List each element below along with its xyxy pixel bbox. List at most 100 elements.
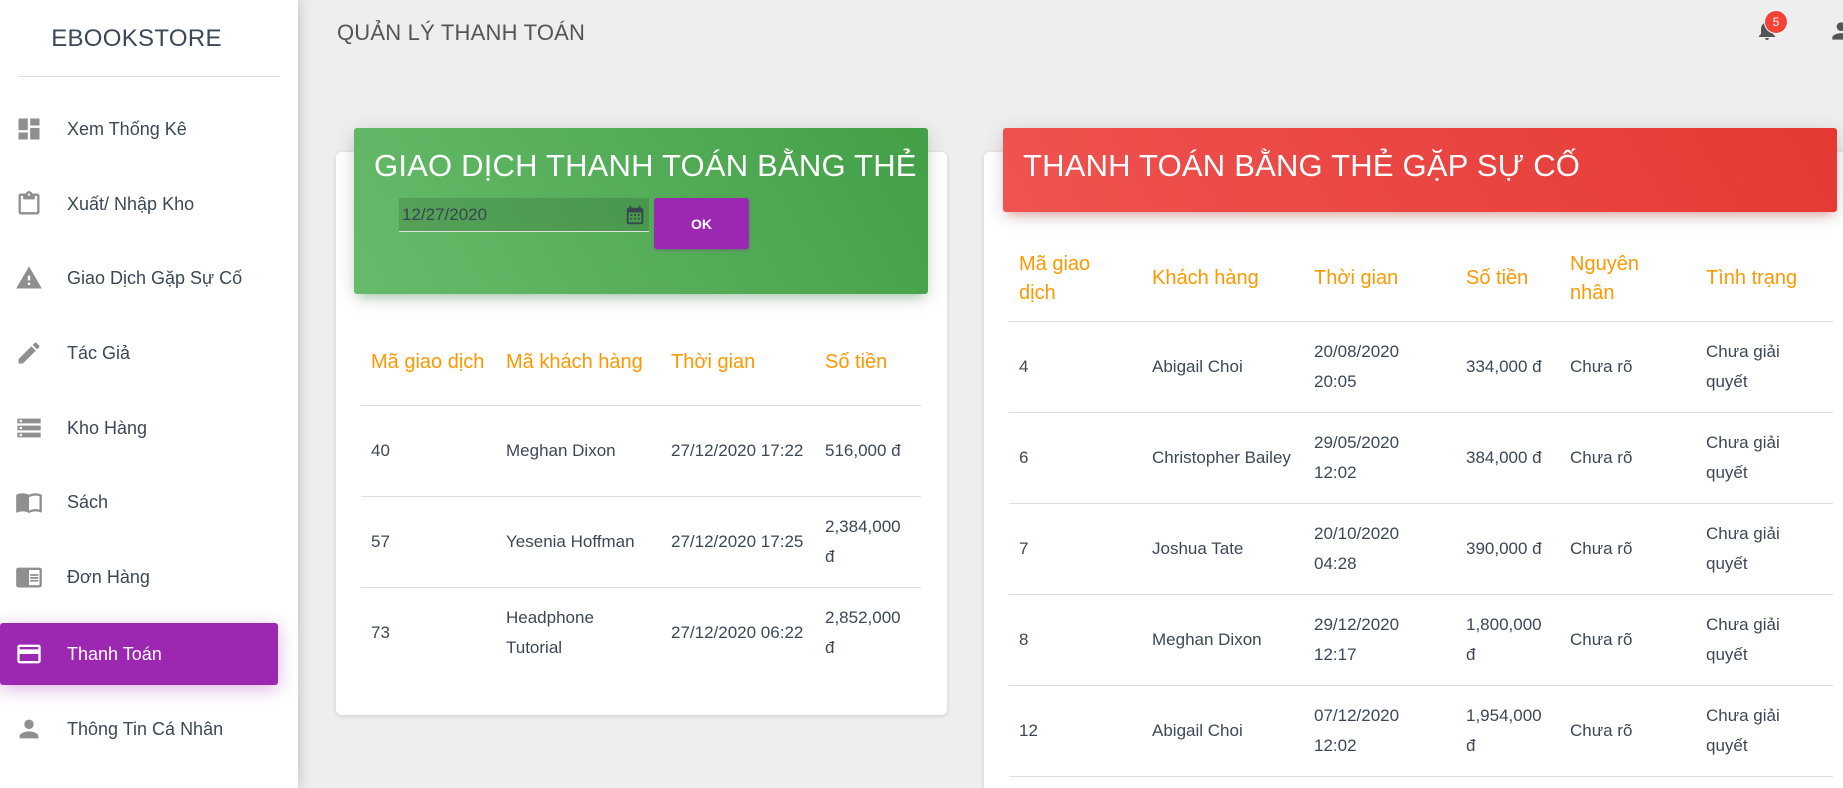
sidebar-item-label: Giao Dịch Gặp Sự Cố xyxy=(67,267,243,288)
cell-reason: Chưa rõ xyxy=(1560,411,1696,503)
person-icon xyxy=(15,715,43,743)
cell-transaction-id: 8 xyxy=(1009,593,1142,685)
storage-icon xyxy=(15,414,43,442)
warning-icon xyxy=(15,264,43,292)
cell-customer: Meghan Dixon xyxy=(496,404,661,496)
cell-amount: 2,384,000 đ xyxy=(815,495,921,587)
table-row[interactable]: 8 Meghan Dixon 29/12/2020 12:17 1,800,00… xyxy=(1009,593,1833,685)
sidebar: EBOOKSTORE Xem Thống Kê Xuất/ Nhập Kho G… xyxy=(0,0,298,788)
table-row[interactable]: 40 Meghan Dixon 27/12/2020 17:22 516,000… xyxy=(361,404,921,496)
cell-status: Chưa giải quyết xyxy=(1696,684,1833,777)
cell-transaction-id: 73 xyxy=(361,586,496,678)
user-account-icon[interactable] xyxy=(1828,18,1843,46)
date-picker-field[interactable] xyxy=(399,198,649,232)
cell-status: Chưa giải quyết xyxy=(1696,320,1833,412)
cell-transaction-id: 4 xyxy=(1009,320,1142,412)
cell-amount: 2,852,000 đ xyxy=(815,586,921,678)
sidebar-item-profile[interactable]: Thông Tin Cá Nhân xyxy=(0,698,278,760)
sidebar-item-label: Kho Hàng xyxy=(67,417,148,438)
clipboard-icon xyxy=(15,190,43,218)
cell-customer: Headphone Tutorial xyxy=(496,586,661,678)
card-payments-table: Mã giao dịch Mã khách hàng Thời gian Số … xyxy=(361,321,921,678)
sidebar-item-failed-transactions[interactable]: Giao Dịch Gặp Sự Cố xyxy=(0,247,278,309)
table-row[interactable]: 12 Abigail Choi 07/12/2020 12:02 1,954,0… xyxy=(1009,684,1833,777)
cell-time: 20/10/2020 04:28 xyxy=(1304,502,1456,594)
column-header: Thời gian xyxy=(1314,267,1399,290)
column-header: Mã giao dịch xyxy=(1019,252,1091,304)
sidebar-item-label: Thanh Toán xyxy=(67,643,162,664)
calendar-icon[interactable] xyxy=(624,205,646,227)
credit-card-icon xyxy=(15,640,43,668)
book-icon xyxy=(15,488,43,516)
table-header-row: Mã giao dịch Khách hàng Thời gian Số tiề… xyxy=(1009,237,1833,321)
sidebar-item-orders[interactable]: Đơn Hàng xyxy=(0,546,278,608)
cell-status: Chưa giải quyết xyxy=(1696,411,1833,503)
ok-button[interactable]: OK xyxy=(654,198,749,249)
cell-time: 07/12/2020 12:02 xyxy=(1304,684,1456,777)
sidebar-divider xyxy=(18,76,280,77)
cell-transaction-id: 57 xyxy=(361,495,496,587)
cell-amount: 1,800,000 đ xyxy=(1456,593,1560,685)
cell-amount: 516,000 đ xyxy=(815,404,921,496)
card-payments-title: GIAO DỊCH THANH TOÁN BẰNG THẺ xyxy=(374,148,917,183)
column-header: Khách hàng xyxy=(1152,267,1259,290)
column-header: Mã khách hàng xyxy=(506,351,643,374)
sidebar-item-books[interactable]: Sách xyxy=(0,471,278,533)
column-header: Nguyên nhân xyxy=(1570,252,1639,304)
cell-status: Chưa giải quyết xyxy=(1696,502,1833,594)
column-header: Số tiền xyxy=(1466,267,1529,290)
card-payments-header: GIAO DỊCH THANH TOÁN BẰNG THẺ OK xyxy=(354,128,928,294)
cell-reason: Chưa rõ xyxy=(1560,502,1696,594)
cell-transaction-id: 6 xyxy=(1009,411,1142,503)
cell-reason: Chưa rõ xyxy=(1560,593,1696,685)
sidebar-item-payments[interactable]: Thanh Toán xyxy=(0,623,278,685)
notification-badge: 5 xyxy=(1764,10,1788,34)
sidebar-item-label: Xuất/ Nhập Kho xyxy=(67,193,195,214)
sidebar-item-inventory[interactable]: Kho Hàng xyxy=(0,397,278,459)
page-title: QUẢN LÝ THANH TOÁN xyxy=(337,20,586,45)
table-row[interactable]: 7 Joshua Tate 20/10/2020 04:28 390,000 đ… xyxy=(1009,502,1833,594)
pencil-icon xyxy=(15,339,43,367)
cell-amount: 1,954,000 đ xyxy=(1456,684,1560,777)
dashboard-icon xyxy=(15,115,43,143)
cell-time: 27/12/2020 17:22 xyxy=(661,404,815,496)
table-row[interactable]: 6 Christopher Bailey 29/05/2020 12:02 38… xyxy=(1009,411,1833,503)
cell-amount: 384,000 đ xyxy=(1456,411,1560,503)
sidebar-item-statistics[interactable]: Xem Thống Kê xyxy=(0,98,278,160)
cell-time: 27/12/2020 17:25 xyxy=(661,495,815,587)
cell-transaction-id: 7 xyxy=(1009,502,1142,594)
cell-amount: 390,000 đ xyxy=(1456,502,1560,594)
cell-time: 27/12/2020 06:22 xyxy=(661,586,815,678)
sidebar-item-authors[interactable]: Tác Giả xyxy=(0,322,278,384)
table-row[interactable]: 73 Headphone Tutorial 27/12/2020 06:22 2… xyxy=(361,586,921,678)
cell-transaction-id: 40 xyxy=(361,404,496,496)
cell-time: 29/05/2020 12:02 xyxy=(1304,411,1456,503)
column-header: Tình trạng xyxy=(1706,267,1798,290)
table-row[interactable]: 4 Abigail Choi 20/08/2020 20:05 334,000 … xyxy=(1009,320,1833,412)
sidebar-item-warehouse-io[interactable]: Xuất/ Nhập Kho xyxy=(0,173,278,235)
sidebar-item-label: Sách xyxy=(67,491,109,512)
table-header-row: Mã giao dịch Mã khách hàng Thời gian Số … xyxy=(361,321,921,405)
date-input[interactable] xyxy=(399,198,649,231)
sidebar-item-label: Xem Thống Kê xyxy=(67,118,187,139)
cell-amount: 334,000 đ xyxy=(1456,320,1560,412)
column-header: Mã giao dịch xyxy=(371,351,485,374)
chrome-reader-icon xyxy=(15,563,43,591)
cell-status: Chưa giải quyết xyxy=(1696,593,1833,685)
cell-reason: Chưa rõ xyxy=(1560,320,1696,412)
failed-payments-title: THANH TOÁN BẰNG THẺ GẶP SỰ CỐ xyxy=(1023,148,1581,183)
sidebar-item-label: Thông Tin Cá Nhân xyxy=(67,718,224,739)
cell-customer: Joshua Tate xyxy=(1142,502,1304,594)
cell-customer: Meghan Dixon xyxy=(1142,593,1304,685)
table-row[interactable]: 57 Yesenia Hoffman 27/12/2020 17:25 2,38… xyxy=(361,495,921,587)
cell-customer: Abigail Choi xyxy=(1142,684,1304,777)
cell-customer: Christopher Bailey xyxy=(1142,411,1304,503)
column-header: Thời gian xyxy=(671,351,756,374)
sidebar-item-label: Tác Giả xyxy=(67,342,131,363)
cell-time: 29/12/2020 12:17 xyxy=(1304,593,1456,685)
cell-customer: Abigail Choi xyxy=(1142,320,1304,412)
failed-payments-table: Mã giao dịch Khách hàng Thời gian Số tiề… xyxy=(1009,237,1833,777)
cell-customer: Yesenia Hoffman xyxy=(496,495,661,587)
sidebar-item-label: Đơn Hàng xyxy=(67,566,150,587)
brand-logo[interactable]: EBOOKSTORE xyxy=(0,0,298,77)
